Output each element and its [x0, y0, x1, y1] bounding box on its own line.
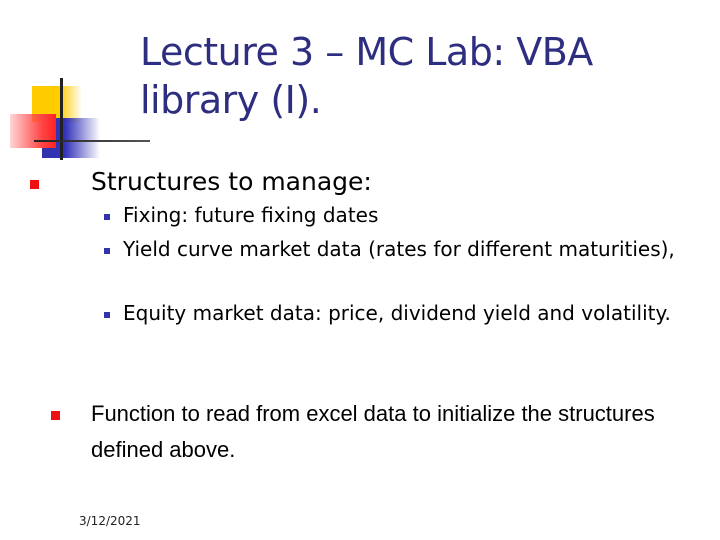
- deco-red-square: [10, 114, 56, 148]
- slide-date: 3/12/2021: [79, 514, 141, 528]
- sub-bullet-icon: [104, 248, 110, 254]
- sub-bullet-fixing: Fixing: future fixing dates: [123, 203, 379, 227]
- slide-title: Lecture 3 – MC Lab: VBA library (I).: [140, 30, 593, 122]
- bullet-structures: Structures to manage:: [91, 167, 372, 196]
- bullet-square-icon: [51, 411, 60, 420]
- bullet-function: Function to read from excel data to init…: [91, 401, 655, 462]
- sub-bullet-icon: [104, 214, 110, 220]
- sub-bullet-yield-curve: Yield curve market data (rates for diffe…: [123, 237, 675, 261]
- sub-bullet-icon: [104, 312, 110, 318]
- sub-bullet-equity: Equity market data: price, dividend yiel…: [123, 301, 671, 325]
- deco-vertical-line: [60, 78, 63, 160]
- deco-horizontal-line: [34, 140, 150, 142]
- slide-decoration-logo: [0, 0, 150, 170]
- bullet-square-icon: [30, 180, 39, 189]
